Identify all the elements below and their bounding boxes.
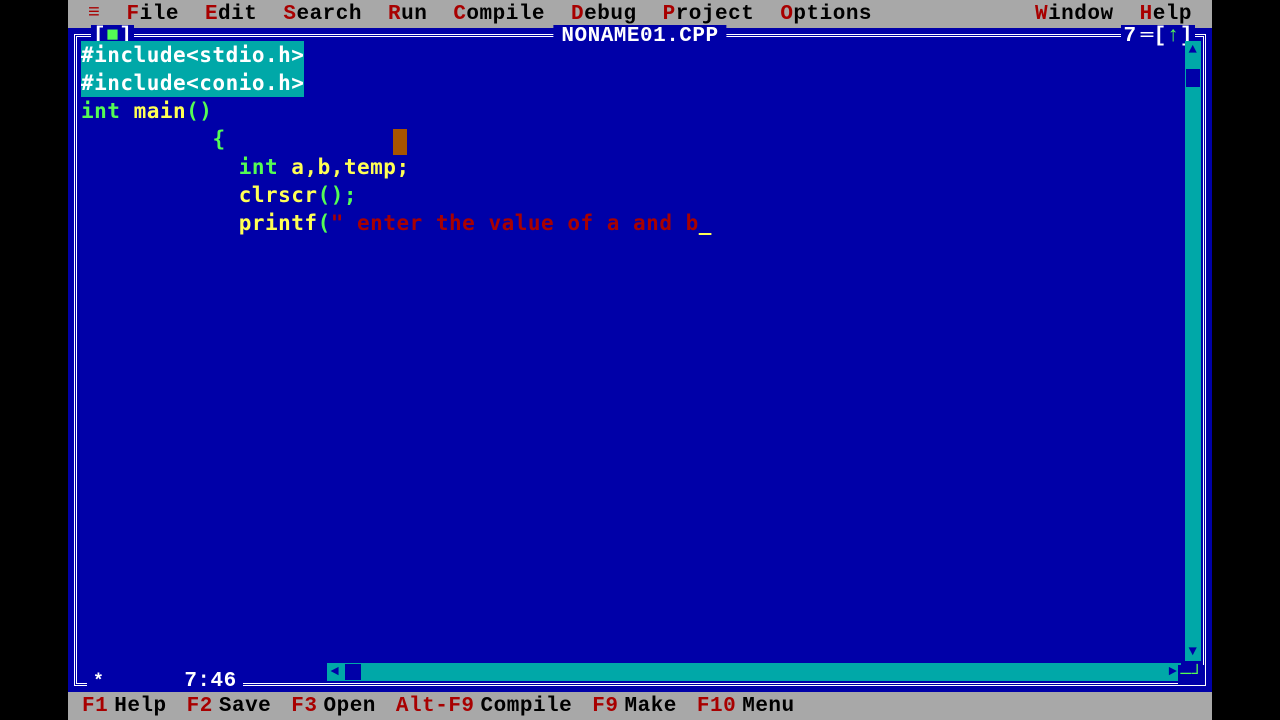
hint-save[interactable]: F2Save (187, 695, 272, 718)
editor-status-strip: * 7:46 (87, 670, 243, 693)
scroll-up-icon[interactable]: ▲ (1185, 41, 1201, 59)
editor-border: [■] NONAME01.CPP 7═[↑] #include<stdio.h>… (74, 34, 1206, 686)
menu-debug[interactable]: Debug (571, 3, 637, 26)
cursor-position: 7:46 (184, 670, 236, 693)
menu-project[interactable]: Project (663, 3, 755, 26)
menu-bar: ≡ File Edit Search Run Compile Debug Pro… (68, 0, 1212, 28)
hint-help[interactable]: F1Help (82, 695, 167, 718)
hint-open[interactable]: F3Open (291, 695, 376, 718)
menu-help[interactable]: Help (1140, 3, 1192, 26)
code-include-1: #include<stdio.h> (81, 41, 304, 69)
menu-options[interactable]: Options (780, 3, 872, 26)
menu-search[interactable]: Search (283, 3, 362, 26)
bookmark-marker (393, 129, 407, 155)
menu-edit[interactable]: Edit (205, 3, 257, 26)
hscroll-thumb[interactable] (345, 664, 361, 680)
horizontal-scrollbar[interactable]: ◄ ► (327, 663, 1181, 681)
hint-compile[interactable]: Alt-F9Compile (396, 695, 572, 718)
vertical-scrollbar[interactable]: ▲ ▼ (1185, 41, 1201, 661)
modified-indicator-icon: * (93, 672, 104, 692)
resize-corner-icon[interactable]: ─┘ (1178, 665, 1205, 685)
vscroll-thumb[interactable] (1186, 69, 1200, 87)
menu-window[interactable]: Window (1035, 3, 1114, 26)
menu-file[interactable]: File (127, 3, 179, 26)
status-bar: F1Help F2Save F3Open Alt-F9Compile F9Mak… (68, 692, 1212, 720)
scroll-down-icon[interactable]: ▼ (1185, 643, 1201, 661)
ide-surface: ≡ File Edit Search Run Compile Debug Pro… (68, 0, 1212, 720)
text-cursor: _ (699, 211, 712, 235)
hint-menu[interactable]: F10Menu (697, 695, 795, 718)
menu-run[interactable]: Run (388, 3, 427, 26)
editor-window: [■] NONAME01.CPP 7═[↑] #include<stdio.h>… (68, 28, 1212, 692)
hint-make[interactable]: F9Make (592, 695, 677, 718)
menu-compile[interactable]: Compile (453, 3, 545, 26)
code-include-2: #include<conio.h> (81, 69, 304, 97)
scroll-left-icon[interactable]: ◄ (327, 663, 343, 681)
system-menu-icon[interactable]: ≡ (88, 4, 101, 24)
code-editor[interactable]: #include<stdio.h> #include<conio.h> int … (81, 41, 1181, 661)
